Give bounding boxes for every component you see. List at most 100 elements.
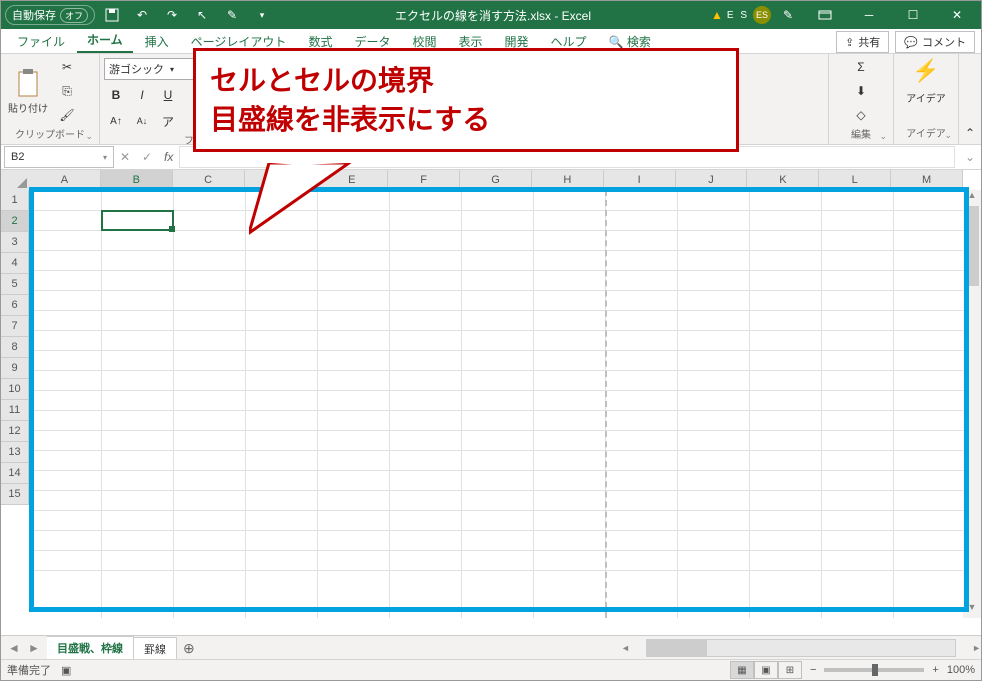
row-headers[interactable]: 1 2 3 4 5 6 7 8 9 10 11 12 13 14 15 — [1, 190, 29, 636]
clear-icon[interactable]: ◇ — [849, 104, 873, 126]
share-button[interactable]: ⇪共有 — [836, 31, 889, 53]
copy-icon[interactable]: ⎘ — [55, 80, 79, 102]
paste-button[interactable]: 貼り付け — [5, 68, 51, 115]
page-layout-view-icon[interactable]: ▣ — [754, 661, 778, 679]
chevron-down-icon: ▾ — [170, 65, 174, 74]
col-header[interactable]: L — [819, 170, 891, 190]
scroll-down-icon[interactable]: ▼ — [963, 602, 981, 618]
row-header[interactable]: 2 — [1, 211, 29, 232]
row-header[interactable]: 7 — [1, 316, 29, 337]
scroll-left-icon[interactable]: ◄ — [621, 643, 630, 653]
fx-icon[interactable]: fx — [158, 150, 179, 164]
scroll-thumb[interactable] — [965, 206, 979, 286]
sheet-nav[interactable]: ◄► — [1, 641, 47, 655]
chevron-left-icon[interactable]: ◄ — [5, 641, 23, 655]
row-header[interactable]: 8 — [1, 337, 29, 358]
row-header[interactable]: 12 — [1, 421, 29, 442]
row-header[interactable]: 10 — [1, 379, 29, 400]
bold-button[interactable]: B — [104, 84, 128, 106]
sum-icon[interactable]: Σ — [849, 56, 873, 78]
scroll-up-icon[interactable]: ▲ — [963, 190, 981, 206]
row-header[interactable]: 4 — [1, 253, 29, 274]
account-badge-icon: ES — [753, 6, 771, 24]
enter-formula-icon[interactable]: ✓ — [136, 150, 158, 164]
row-header[interactable]: 3 — [1, 232, 29, 253]
undo-icon[interactable]: ↶ — [129, 3, 155, 27]
ribbon-options-icon[interactable] — [805, 1, 845, 29]
row-header[interactable]: 13 — [1, 442, 29, 463]
zoom-level[interactable]: 100% — [947, 664, 975, 676]
decrease-font-icon[interactable]: A↓ — [130, 110, 154, 132]
account-area[interactable]: ▲ E S ES — [711, 6, 771, 24]
row-header[interactable]: 14 — [1, 463, 29, 484]
underline-button[interactable]: U — [156, 84, 180, 106]
cancel-formula-icon[interactable]: ✕ — [114, 150, 136, 164]
normal-view-icon[interactable]: ▦ — [730, 661, 754, 679]
tab-file[interactable]: ファイル — [7, 30, 75, 53]
name-box[interactable]: B2▾ — [4, 146, 114, 168]
row-header[interactable]: 15 — [1, 484, 29, 505]
tab-home[interactable]: ホーム — [77, 28, 133, 53]
col-header[interactable]: A — [29, 170, 101, 190]
idea-icon[interactable]: ⚡ — [911, 56, 941, 86]
autosave-label: 自動保存 — [12, 7, 56, 23]
col-header[interactable]: M — [891, 170, 963, 190]
comment-icon: 💬 — [904, 36, 918, 49]
increase-font-icon[interactable]: A↑ — [104, 110, 128, 132]
comment-button[interactable]: 💬コメント — [895, 31, 975, 53]
col-header[interactable]: C — [173, 170, 245, 190]
save-icon[interactable] — [99, 3, 125, 27]
add-sheet-button[interactable]: ⊕ — [177, 640, 201, 657]
row-header[interactable]: 1 — [1, 190, 29, 211]
expand-formula-icon[interactable]: ⌄ — [959, 150, 981, 164]
privacy-icon[interactable]: ✎ — [775, 3, 801, 27]
col-header[interactable]: K — [747, 170, 819, 190]
format-painter-icon[interactable]: 🖌 — [55, 104, 79, 126]
horizontal-scrollbar[interactable]: ◄ ► — [621, 639, 981, 657]
chevron-right-icon[interactable]: ► — [25, 641, 43, 655]
column-headers[interactable]: A B C D E F G H I J K L M — [29, 170, 963, 190]
tab-insert[interactable]: 挿入 — [135, 30, 179, 53]
page-break-view-icon[interactable]: ⊞ — [778, 661, 802, 679]
zoom-slider[interactable] — [824, 668, 924, 672]
phonetic-icon[interactable]: ア — [156, 110, 180, 132]
row-header[interactable]: 9 — [1, 358, 29, 379]
touch-icon[interactable]: ✎ — [219, 3, 245, 27]
close-button[interactable]: ✕ — [937, 1, 977, 29]
autosave-toggle[interactable]: 自動保存 オフ — [5, 5, 95, 25]
callout-line2: 目盛線を非表示にする — [210, 100, 722, 139]
row-header[interactable]: 11 — [1, 400, 29, 421]
fill-icon[interactable]: ⬇ — [849, 80, 873, 102]
row-header[interactable]: 6 — [1, 295, 29, 316]
group-idea: ⚡ アイデア アイデア — [894, 54, 959, 144]
col-header[interactable]: J — [676, 170, 748, 190]
warning-icon: ▲ — [711, 8, 723, 22]
col-header[interactable]: B — [101, 170, 173, 190]
title-bar: 自動保存 オフ ↶ ↷ ↖ ✎ ▾ エクセルの線を消す方法.xlsx - Exc… — [1, 1, 981, 29]
sheet-tab[interactable]: 目盛戦、枠線 — [47, 636, 134, 661]
cells-area[interactable] — [29, 190, 963, 618]
macro-record-icon[interactable]: ▣ — [61, 664, 71, 677]
zoom-in-icon[interactable]: + — [932, 664, 938, 676]
italic-button[interactable]: I — [130, 84, 154, 106]
collapse-ribbon-icon[interactable]: ⌃ — [959, 54, 981, 144]
scroll-thumb[interactable] — [647, 640, 707, 656]
col-header[interactable]: H — [532, 170, 604, 190]
zoom-out-icon[interactable]: − — [810, 664, 816, 676]
minimize-button[interactable]: ─ — [849, 1, 889, 29]
sheet-tab[interactable]: 罫線 — [134, 637, 177, 660]
redo-icon[interactable]: ↷ — [159, 3, 185, 27]
select-all-button[interactable] — [1, 170, 30, 191]
vertical-scrollbar[interactable]: ▲ ▼ — [963, 190, 981, 618]
group-edit: Σ ⬇ ◇ 編集 — [828, 54, 894, 144]
active-cell[interactable] — [101, 210, 174, 231]
col-header[interactable]: F — [388, 170, 460, 190]
pointer-icon[interactable]: ↖ — [189, 3, 215, 27]
row-header[interactable]: 5 — [1, 274, 29, 295]
col-header[interactable]: I — [604, 170, 676, 190]
scroll-right-icon[interactable]: ► — [972, 643, 981, 653]
col-header[interactable]: G — [460, 170, 532, 190]
cut-icon[interactable]: ✂ — [55, 56, 79, 78]
maximize-button[interactable]: ☐ — [893, 1, 933, 29]
qat-more-icon[interactable]: ▾ — [249, 3, 275, 27]
